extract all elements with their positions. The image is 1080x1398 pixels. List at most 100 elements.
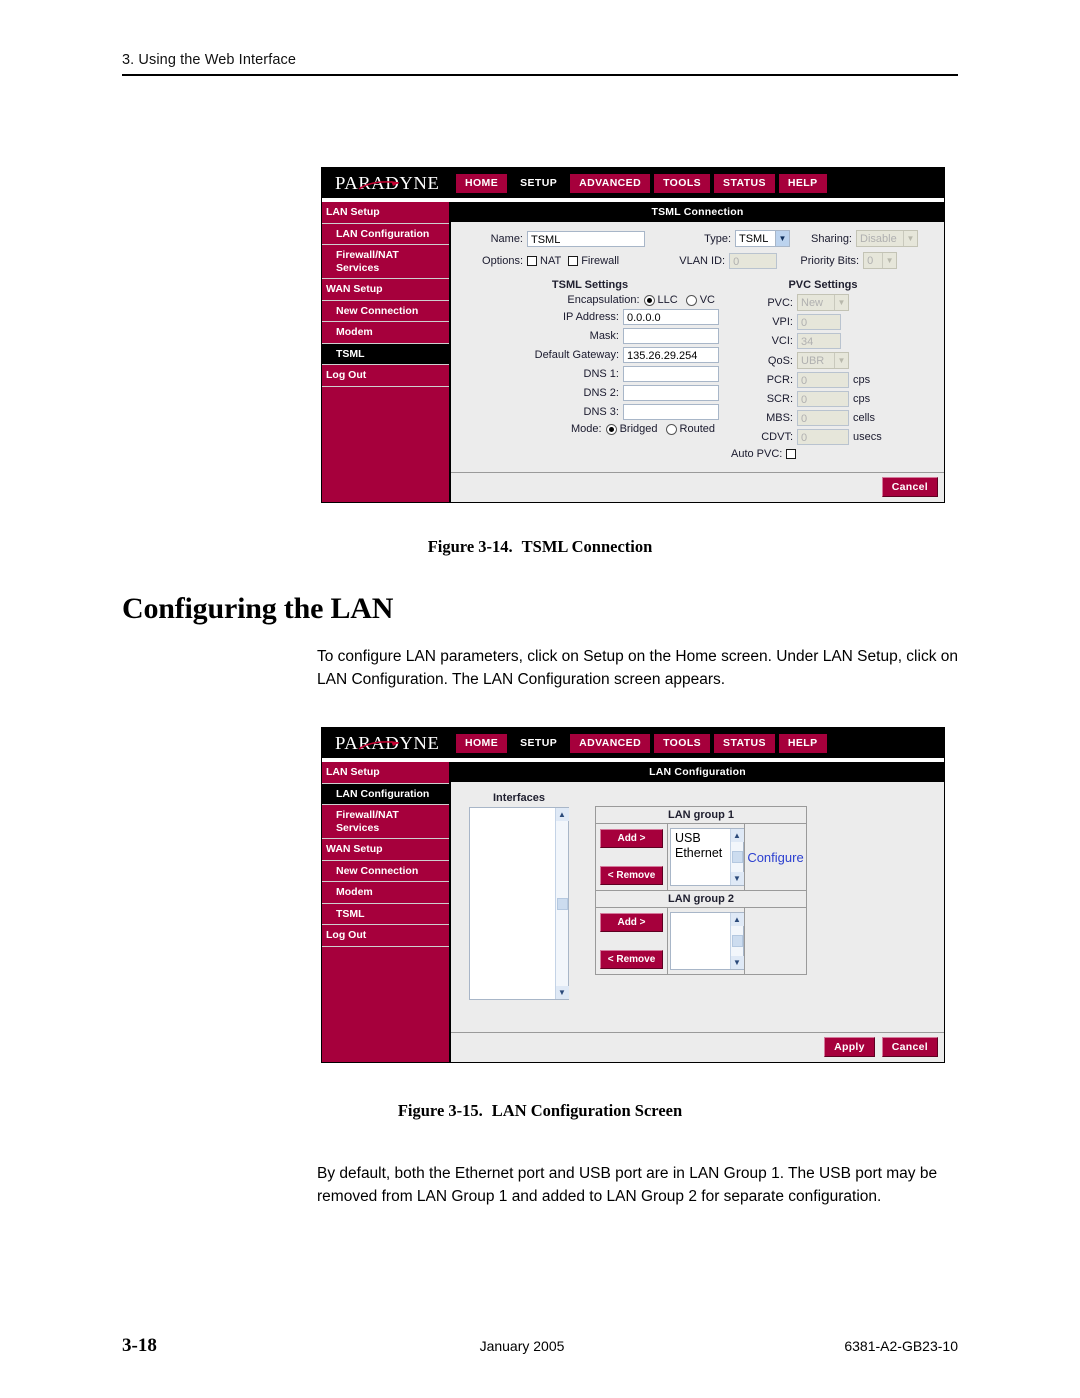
apply-button[interactable]: Apply bbox=[824, 1037, 875, 1057]
pvc-settings-group: PVC Settings PVC: New ▼ VPI: 0 VCI: 34 Q… bbox=[719, 279, 927, 463]
encapsulation-vc-radio[interactable] bbox=[685, 294, 697, 306]
mask-input[interactable] bbox=[623, 328, 719, 344]
configure-link[interactable]: Configure bbox=[747, 850, 803, 865]
scroll-down-icon[interactable]: ▼ bbox=[730, 872, 744, 885]
sidebar-filler bbox=[322, 946, 449, 1062]
lan-topbar: PARADYNE HOME SETUP ADVANCED TOOLS STATU… bbox=[322, 728, 944, 758]
lan-group-1-listbox[interactable]: USB Ethernet ▲ ▼ bbox=[670, 828, 744, 886]
nav-tab-home[interactable]: HOME bbox=[456, 173, 508, 193]
scroll-track[interactable] bbox=[731, 926, 743, 956]
sidebar-item-lan-configuration[interactable]: LAN Configuration bbox=[322, 783, 449, 805]
remove-button-group1[interactable]: < Remove bbox=[600, 866, 663, 885]
list-item[interactable]: USB bbox=[675, 831, 726, 846]
nav-tab-advanced[interactable]: ADVANCED bbox=[570, 173, 651, 193]
pvc-select[interactable]: New ▼ bbox=[797, 294, 849, 311]
interfaces-listbox[interactable]: ▲ ▼ bbox=[469, 807, 569, 1000]
sidebar-item-firewall-nat-services[interactable]: Firewall/NAT Services bbox=[322, 805, 449, 839]
footer-document-id: 6381-A2-GB23-10 bbox=[844, 1338, 958, 1354]
nav-tab-help[interactable]: HELP bbox=[778, 733, 827, 753]
name-input[interactable]: TSML bbox=[527, 230, 645, 247]
mode-routed-radio[interactable] bbox=[665, 423, 677, 435]
dns2-input[interactable] bbox=[623, 385, 719, 401]
cdvt-input[interactable]: 0 bbox=[797, 429, 849, 445]
scr-input[interactable]: 0 bbox=[797, 391, 849, 407]
nav-tab-tools[interactable]: TOOLS bbox=[654, 733, 711, 753]
qos-select[interactable]: UBR ▼ bbox=[797, 352, 849, 369]
encapsulation-llc-label: LLC bbox=[657, 294, 678, 306]
nav-tab-tools[interactable]: TOOLS bbox=[654, 173, 711, 193]
sharing-select[interactable]: Disable ▼ bbox=[856, 230, 918, 247]
chevron-down-icon: ▼ bbox=[834, 295, 848, 310]
scroll-down-icon[interactable]: ▼ bbox=[555, 986, 569, 999]
cancel-button[interactable]: Cancel bbox=[881, 1037, 938, 1057]
lan-group-2-listbox[interactable]: ▲ ▼ bbox=[670, 912, 744, 970]
mask-label: Mask: bbox=[589, 330, 619, 342]
sidebar-item-new-connection[interactable]: New Connection bbox=[322, 301, 449, 322]
lan-group-2-items bbox=[671, 913, 730, 969]
lan-nav-tabs: HOME SETUP ADVANCED TOOLS STATUS HELP bbox=[456, 728, 827, 758]
scroll-up-icon[interactable]: ▲ bbox=[730, 913, 744, 926]
sidebar-item-tsml[interactable]: TSML bbox=[322, 904, 449, 925]
firewall-checkbox[interactable] bbox=[568, 255, 579, 266]
nav-tab-setup[interactable]: SETUP bbox=[511, 173, 567, 193]
vpi-input[interactable]: 0 bbox=[797, 314, 841, 330]
encapsulation-label: Encapsulation: bbox=[567, 294, 640, 306]
sidebar-item-lan-configuration[interactable]: LAN Configuration bbox=[322, 224, 449, 245]
nav-tab-help[interactable]: HELP bbox=[778, 173, 827, 193]
sidebar-item-wan-setup[interactable]: WAN Setup bbox=[322, 839, 449, 861]
sidebar-item-firewall-nat-services[interactable]: Firewall/NAT Services bbox=[322, 245, 449, 279]
sharing-select-value: Disable bbox=[860, 232, 897, 245]
cancel-button[interactable]: Cancel bbox=[881, 477, 938, 497]
dns1-input[interactable] bbox=[623, 366, 719, 382]
scroll-track[interactable] bbox=[731, 842, 743, 872]
nav-tab-home[interactable]: HOME bbox=[456, 733, 508, 753]
scroll-track[interactable] bbox=[556, 821, 568, 986]
lan-group-1-scrollbar[interactable]: ▲ ▼ bbox=[730, 829, 744, 885]
list-item[interactable]: Ethernet bbox=[675, 846, 726, 861]
sidebar-item-tsml[interactable]: TSML bbox=[322, 343, 449, 365]
remove-button-group2[interactable]: < Remove bbox=[600, 950, 663, 969]
tsml-options-row: Options: NAT Firewall VLAN ID: 0 Priorit… bbox=[461, 252, 934, 269]
scroll-down-icon[interactable]: ▼ bbox=[730, 956, 744, 969]
dns3-input[interactable] bbox=[623, 404, 719, 420]
pcr-input[interactable]: 0 bbox=[797, 372, 849, 388]
priority-bits-select[interactable]: 0 ▼ bbox=[863, 252, 898, 269]
sidebar-item-log-out[interactable]: Log Out bbox=[322, 925, 449, 947]
encapsulation-llc-radio[interactable] bbox=[643, 294, 655, 306]
nav-tab-setup[interactable]: SETUP bbox=[511, 733, 567, 753]
add-button-group1[interactable]: Add > bbox=[600, 829, 663, 848]
sidebar-item-modem[interactable]: Modem bbox=[322, 322, 449, 344]
lan-group-2-scrollbar[interactable]: ▲ ▼ bbox=[730, 913, 744, 969]
nav-tab-status[interactable]: STATUS bbox=[714, 733, 775, 753]
scroll-up-icon[interactable]: ▲ bbox=[730, 829, 744, 842]
lan-action-bar: Apply Cancel bbox=[451, 1032, 944, 1062]
tsml-settings-groups: TSML Settings Encapsulation: LLC VC IP A… bbox=[461, 279, 934, 463]
sidebar-item-log-out[interactable]: Log Out bbox=[322, 365, 449, 387]
tsml-form: Name: TSML Type: TSML ▼ Sharing: Disable… bbox=[451, 222, 944, 472]
vlan-id-input[interactable]: 0 bbox=[729, 252, 778, 269]
lan-body: LAN Setup LAN Configuration Firewall/NAT… bbox=[322, 762, 944, 1062]
sidebar-item-wan-setup[interactable]: WAN Setup bbox=[322, 279, 449, 301]
sidebar-item-new-connection[interactable]: New Connection bbox=[322, 861, 449, 882]
vci-input[interactable]: 34 bbox=[797, 333, 841, 349]
scroll-up-icon[interactable]: ▲ bbox=[555, 808, 569, 821]
nat-checkbox[interactable] bbox=[527, 255, 537, 266]
mode-bridged-radio[interactable] bbox=[605, 423, 617, 435]
ip-address-input[interactable]: 0.0.0.0 bbox=[623, 309, 719, 325]
interfaces-scrollbar[interactable]: ▲ ▼ bbox=[555, 808, 569, 999]
sidebar-item-lan-setup[interactable]: LAN Setup bbox=[322, 762, 449, 784]
type-select[interactable]: TSML ▼ bbox=[735, 230, 790, 247]
sidebar-item-lan-setup[interactable]: LAN Setup bbox=[322, 202, 449, 224]
lan-group-2-configure-cell bbox=[744, 908, 806, 974]
scroll-thumb[interactable] bbox=[731, 851, 743, 863]
default-gateway-input[interactable]: 135.26.29.254 bbox=[623, 347, 719, 363]
scroll-thumb[interactable] bbox=[556, 897, 568, 910]
sidebar-item-modem[interactable]: Modem bbox=[322, 882, 449, 904]
mode-row: Mode: Bridged Routed bbox=[461, 423, 719, 435]
scroll-thumb[interactable] bbox=[731, 935, 743, 947]
nav-tab-advanced[interactable]: ADVANCED bbox=[570, 733, 651, 753]
auto-pvc-checkbox[interactable] bbox=[786, 449, 797, 459]
add-button-group2[interactable]: Add > bbox=[600, 913, 663, 932]
nav-tab-status[interactable]: STATUS bbox=[714, 173, 775, 193]
mbs-input[interactable]: 0 bbox=[797, 410, 849, 426]
